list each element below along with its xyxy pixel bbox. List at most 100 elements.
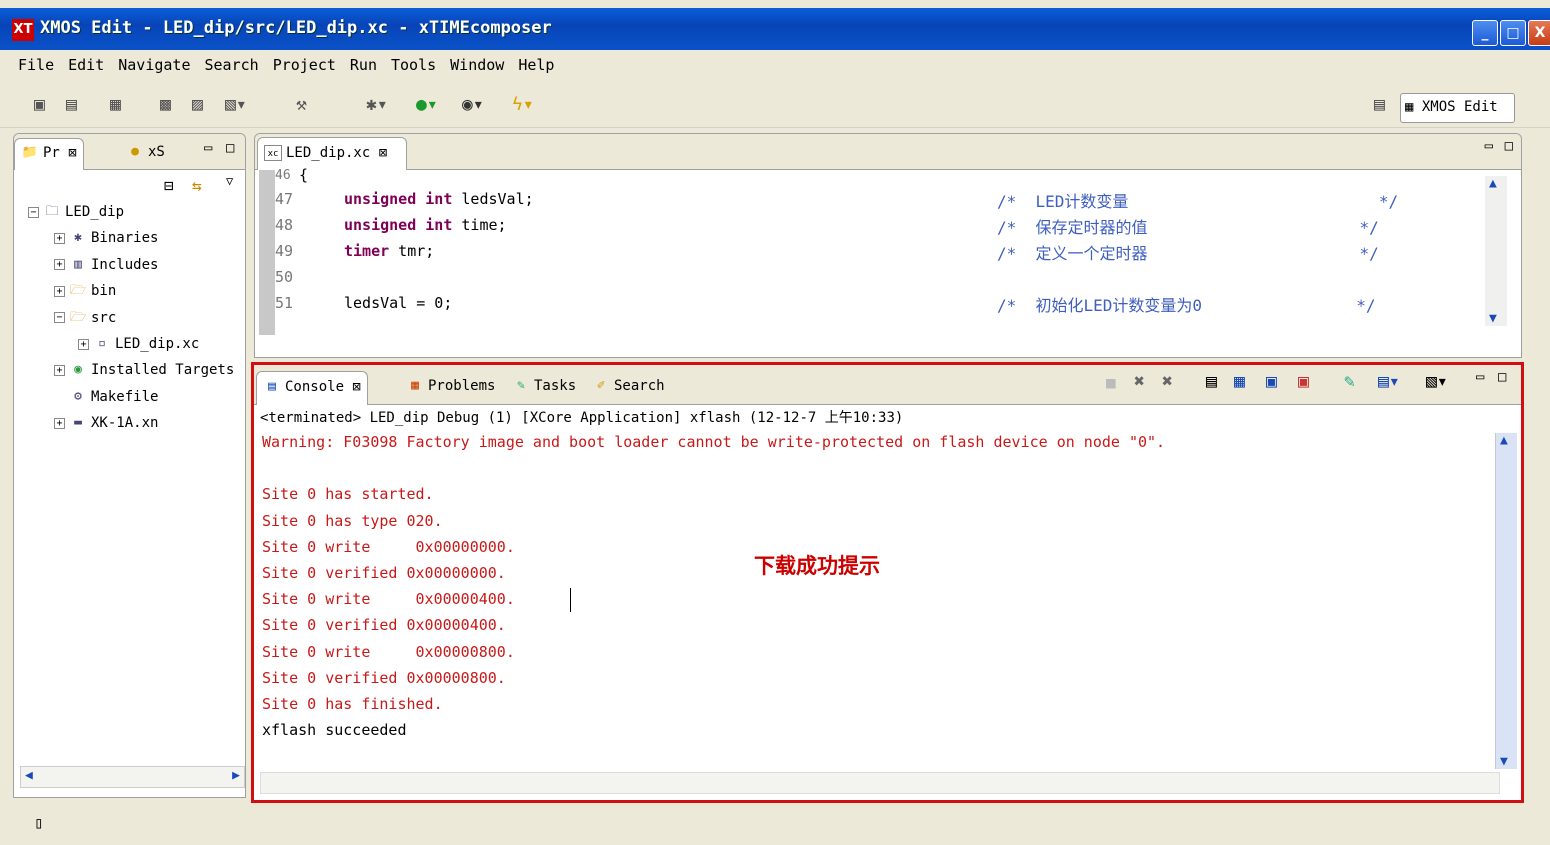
maximize-icon[interactable]: □ — [1505, 138, 1513, 154]
expand-toggle-icon[interactable]: + — [54, 285, 65, 297]
new-file-icon[interactable]: ▨ — [192, 94, 203, 115]
display-console-icon[interactable]: ▤▾ — [1378, 371, 1400, 392]
maximize-icon[interactable]: □ — [226, 140, 234, 156]
binary-icon[interactable]: ▦ — [110, 94, 121, 115]
tree-item[interactable]: + ▬ XK-1A.xn — [54, 415, 158, 431]
scroll-lock-icon[interactable]: ▦ — [1234, 371, 1245, 392]
new-project-icon[interactable]: ▩ — [160, 94, 171, 115]
console-vertical-scrollbar[interactable]: ▲ ▼ — [1495, 433, 1517, 769]
expand-toggle-icon[interactable]: + — [54, 417, 65, 429]
tab-tasks[interactable]: ✎ Tasks — [506, 371, 582, 405]
console-tabs: ▤ Console ⊠ ▦ Problems ✎ Tasks ✐ Search ■ ✖ … — [254, 365, 1521, 405]
menu-item-file[interactable]: File — [18, 56, 54, 82]
console-icon: ▤ — [268, 379, 276, 394]
minimize-icon[interactable]: ▭ — [1485, 138, 1493, 154]
save-icon[interactable]: ▣ — [34, 94, 45, 115]
minimize-icon[interactable]: ▭ — [1476, 369, 1484, 385]
expand-toggle-icon[interactable]: + — [54, 232, 65, 244]
build-icon[interactable]: ⚒ — [296, 94, 307, 115]
code-line: unsigned int ledsVal; — [344, 190, 534, 208]
save-all-icon[interactable]: ▤ — [66, 94, 77, 115]
tab-xsoftip[interactable]: ● xS — [120, 138, 171, 170]
expand-toggle-icon[interactable]: + — [54, 364, 65, 376]
maximize-icon[interactable]: □ — [1498, 369, 1506, 385]
console-horizontal-scrollbar[interactable] — [260, 772, 1500, 794]
tree-item-label: LED_dip — [65, 204, 125, 220]
includes-icon: ▥ — [74, 256, 82, 272]
show-on-error-icon[interactable]: ▣ — [1298, 371, 1309, 392]
scroll-left-icon[interactable]: ◀ — [25, 768, 33, 783]
console-line: Site 0 write 0x00000400. — [262, 590, 515, 609]
tab-console[interactable]: ▤ Console ⊠ — [256, 371, 368, 405]
console-header: <terminated> LED_dip Debug (1) [XCore Ap… — [260, 410, 904, 426]
perspective-button[interactable]: ▦ XMOS Edit — [1400, 93, 1515, 123]
run-icon[interactable]: ●▾ — [416, 94, 438, 115]
clear-console-icon[interactable]: ▤ — [1206, 371, 1217, 392]
menu-item-edit[interactable]: Edit — [68, 56, 104, 82]
tree-item[interactable]: + ▥ Includes — [54, 257, 158, 273]
scroll-up-icon[interactable]: ▲ — [1500, 433, 1508, 448]
tab-search[interactable]: ✐ Search — [586, 371, 671, 405]
keyword: unsigned int — [344, 190, 453, 208]
tree-item[interactable]: + ◉ Installed Targets — [54, 362, 234, 378]
tree-item[interactable]: + ▫ LED_dip.xc — [78, 336, 199, 352]
view-menu-icon[interactable]: ▽ — [226, 174, 233, 188]
terminate-icon[interactable]: ■ — [1106, 373, 1116, 392]
pin-console-icon[interactable]: ✎ — [1344, 371, 1355, 392]
scroll-right-icon[interactable]: ▶ — [232, 768, 240, 783]
menu-item-search[interactable]: Search — [205, 56, 259, 82]
code-line: unsigned int time; — [344, 216, 507, 234]
remove-all-icon[interactable]: ✖ — [1162, 371, 1173, 392]
tab-led-dip-xc[interactable]: xc LED_dip.xc ⊠ — [257, 137, 407, 170]
console-line: Site 0 verified 0x00000800. — [262, 668, 506, 687]
tab-project-explorer[interactable]: 📁 Pr ⊠ — [14, 138, 84, 170]
link-editor-icon[interactable]: ⇆ — [192, 176, 202, 195]
minimize-button[interactable]: _ — [1472, 20, 1498, 46]
code-line: timer tmr; — [344, 242, 434, 260]
scroll-down-icon[interactable]: ▼ — [1500, 754, 1508, 769]
remove-launch-icon[interactable]: ✖ — [1134, 371, 1145, 392]
show-on-output-icon[interactable]: ▣ — [1266, 371, 1277, 392]
debug-icon[interactable]: ✱▾ — [366, 94, 388, 115]
tab-problems[interactable]: ▦ Problems — [400, 371, 501, 405]
project-explorer: 📁 Pr ⊠ ● xS ▭ □ ⊟ ⇆ ▽ − 🗀 LED_dip + ✱ Binaries +… — [13, 133, 246, 798]
horizontal-scrollbar[interactable]: ◀ ▶ — [20, 766, 245, 788]
tree-item[interactable]: + ✱ Binaries — [54, 230, 158, 246]
scroll-up-icon[interactable]: ▲ — [1489, 176, 1497, 191]
scroll-down-icon[interactable]: ▼ — [1489, 311, 1497, 326]
line-number: 46 — [275, 168, 291, 183]
tasks-icon: ✎ — [517, 378, 525, 393]
tree-item[interactable]: − 🗀 LED_dip — [28, 204, 124, 220]
open-console-icon[interactable]: ▧▾ — [1426, 371, 1448, 392]
tree-item[interactable]: − 🗁 src — [54, 310, 116, 326]
project-explorer-icon: 📁 — [21, 145, 39, 160]
expand-toggle-icon[interactable]: + — [54, 259, 65, 271]
fast-view-icon[interactable]: ▯ — [34, 813, 44, 832]
editor-gutter — [259, 170, 275, 335]
code-comment: /* 初始化LED计数变量为0 */ — [997, 296, 1376, 315]
tree-item[interactable]: + 🗁 bin — [54, 283, 116, 299]
project-icon: 🗀 — [45, 204, 59, 219]
menu-item-help[interactable]: Help — [518, 56, 554, 82]
menu-item-project[interactable]: Project — [273, 56, 336, 82]
expand-toggle-icon[interactable]: − — [54, 312, 65, 324]
close-button[interactable]: X — [1528, 20, 1550, 46]
menu-item-window[interactable]: Window — [450, 56, 504, 82]
editor-vertical-scrollbar[interactable]: ▲ ▼ — [1485, 176, 1507, 326]
collapse-all-icon[interactable]: ⊟ — [164, 176, 174, 195]
menu-item-tools[interactable]: Tools — [391, 56, 436, 82]
code-line: ledsVal = 0; — [344, 294, 452, 312]
external-tools-icon[interactable]: ϟ▾ — [512, 94, 534, 115]
open-perspective-icon[interactable]: ▤ — [1374, 94, 1385, 115]
menu-item-run[interactable]: Run — [350, 56, 377, 82]
menu-item-navigate[interactable]: Navigate — [118, 56, 190, 82]
menu-bar: File Edit Navigate Search Project Run Tools Win… — [0, 50, 1550, 82]
xsoftip-icon: ● — [131, 144, 139, 159]
new-wizard-icon[interactable]: ▧▾ — [225, 94, 247, 115]
profile-icon[interactable]: ◉▾ — [462, 94, 484, 115]
expand-toggle-icon[interactable]: + — [78, 338, 89, 350]
maximize-button[interactable]: □ — [1500, 20, 1526, 46]
expand-toggle-icon[interactable]: − — [28, 206, 39, 218]
tree-item[interactable]: ⚙ Makefile — [54, 389, 158, 405]
minimize-icon[interactable]: ▭ — [204, 140, 212, 156]
